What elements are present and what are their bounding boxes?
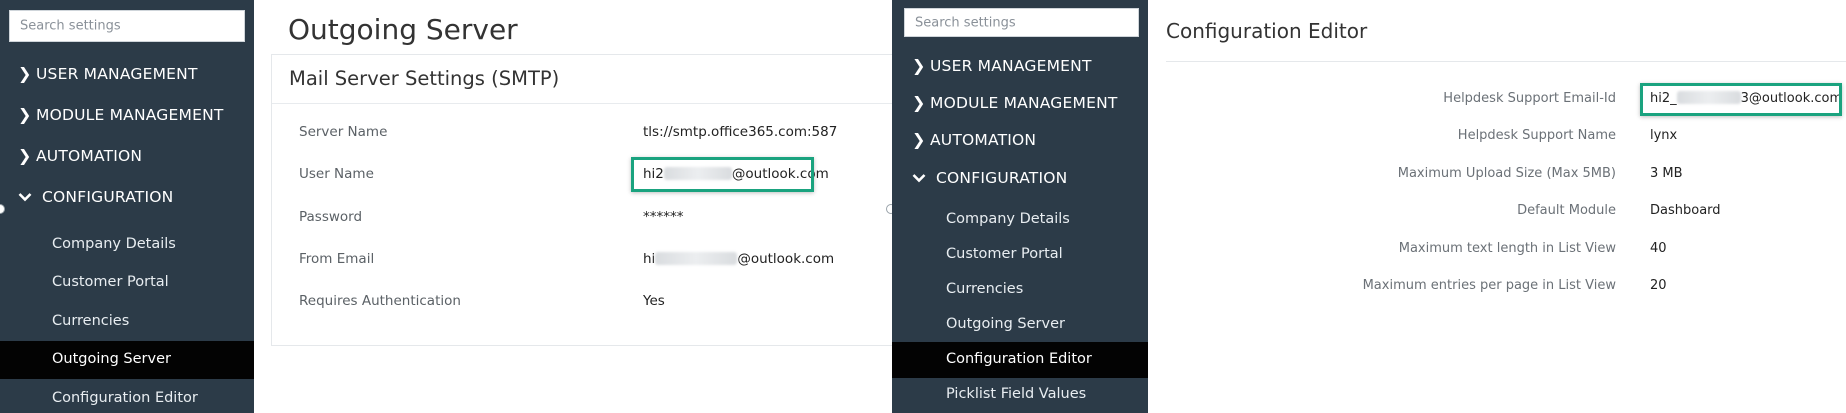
menu-label: MODULE MANAGEMENT xyxy=(930,94,1118,112)
search-placeholder: Search settings xyxy=(915,15,1016,30)
menu-module-management[interactable]: ❯ MODULE MANAGEMENT xyxy=(18,105,224,124)
field-value-max-text-length: 40 xyxy=(1650,241,1667,256)
field-label-password: Password xyxy=(299,209,363,225)
field-value-server-name: tls://smtp.office365.com:587 xyxy=(643,124,838,140)
highlight-box xyxy=(1640,83,1842,116)
field-value-requires-authentication: Yes xyxy=(643,293,665,309)
submenu-currencies[interactable]: Currencies xyxy=(52,313,129,329)
menu-automation[interactable]: ❯ AUTOMATION xyxy=(912,130,1036,149)
chevron-down-icon xyxy=(18,187,42,206)
chevron-right-icon: ❯ xyxy=(18,146,32,165)
page-title: Outgoing Server xyxy=(288,13,518,46)
chevron-right-icon: ❯ xyxy=(18,105,32,124)
field-label-max-upload-size: Maximum Upload Size (Max 5MB) xyxy=(1397,166,1616,181)
field-label-server-name: Server Name xyxy=(299,124,388,140)
menu-label: USER MANAGEMENT xyxy=(36,65,198,83)
right-sidebar: Search settings ❯ USER MANAGEMENT ❯ MODULE… xyxy=(892,0,1148,413)
field-value-password: ****** xyxy=(643,209,684,225)
field-label-max-text-length: Maximum text length in List View xyxy=(1398,241,1616,256)
menu-label: AUTOMATION xyxy=(930,131,1037,149)
field-label-user-name: User Name xyxy=(299,166,374,182)
left-sidebar: Search settings ❯ USER MANAGEMENT ❯ MODULE… xyxy=(0,0,254,413)
submenu-company-details[interactable]: Company Details xyxy=(52,236,176,252)
field-label-requires-authentication: Requires Authentication xyxy=(299,293,461,309)
menu-label: MODULE MANAGEMENT xyxy=(36,106,224,124)
card-divider xyxy=(272,103,896,104)
redacted-blur xyxy=(655,252,738,265)
submenu-currencies[interactable]: Currencies xyxy=(946,281,1023,297)
menu-label: CONFIGURATION xyxy=(936,169,1068,187)
mail-server-card: Mail Server Settings (SMTP) Server Name … xyxy=(271,54,896,346)
value-prefix: hi xyxy=(643,251,656,267)
field-label-from-email: From Email xyxy=(299,251,375,267)
menu-user-management[interactable]: ❯ USER MANAGEMENT xyxy=(18,64,198,83)
submenu-outgoing-server[interactable]: Outgoing Server xyxy=(946,316,1065,332)
chevron-right-icon: ❯ xyxy=(18,64,32,83)
menu-configuration[interactable]: CONFIGURATION xyxy=(18,187,173,206)
search-input[interactable]: Search settings xyxy=(9,10,245,42)
field-value-max-entries: 20 xyxy=(1650,278,1667,293)
title-divider xyxy=(1166,61,1846,62)
value-suffix: @outlook.com xyxy=(737,251,835,267)
submenu-configuration-editor[interactable]: Configuration Editor xyxy=(946,351,1092,367)
card-title: Mail Server Settings (SMTP) xyxy=(289,67,560,90)
field-value-max-upload-size: 3 MB xyxy=(1650,166,1683,181)
chevron-down-icon xyxy=(912,168,936,187)
menu-label: AUTOMATION xyxy=(36,147,143,165)
field-value-default-module: Dashboard xyxy=(1650,203,1721,218)
menu-label: CONFIGURATION xyxy=(42,188,174,206)
menu-automation[interactable]: ❯ AUTOMATION xyxy=(18,146,142,165)
field-value-from-email: hi @outlook.com xyxy=(643,251,834,267)
field-label-default-module: Default Module xyxy=(1517,203,1616,218)
page-title: Configuration Editor xyxy=(1166,19,1368,43)
field-value-helpdesk-name: lynx xyxy=(1650,128,1678,143)
field-label-helpdesk-email: Helpdesk Support Email-Id xyxy=(1443,91,1616,106)
submenu-customer-portal[interactable]: Customer Portal xyxy=(52,274,169,290)
search-placeholder: Search settings xyxy=(20,18,121,34)
submenu-customer-portal[interactable]: Customer Portal xyxy=(946,246,1063,262)
field-label-helpdesk-name: Helpdesk Support Name xyxy=(1457,128,1616,143)
menu-label: USER MANAGEMENT xyxy=(930,57,1092,75)
submenu-configuration-editor[interactable]: Configuration Editor xyxy=(52,390,198,406)
chevron-right-icon: ❯ xyxy=(912,56,926,75)
submenu-company-details[interactable]: Company Details xyxy=(946,211,1070,227)
menu-module-management[interactable]: ❯ MODULE MANAGEMENT xyxy=(912,93,1118,112)
menu-configuration[interactable]: CONFIGURATION xyxy=(912,168,1067,187)
chevron-right-icon: ❯ xyxy=(912,93,926,112)
search-input[interactable]: Search settings xyxy=(904,8,1139,37)
submenu-outgoing-server[interactable]: Outgoing Server xyxy=(52,351,171,367)
submenu-picklist-field-values[interactable]: Picklist Field Values xyxy=(946,386,1086,402)
chevron-right-icon: ❯ xyxy=(912,130,926,149)
field-label-max-entries: Maximum entries per page in List View xyxy=(1362,278,1616,293)
menu-user-management[interactable]: ❯ USER MANAGEMENT xyxy=(912,56,1092,75)
highlight-box xyxy=(631,157,814,192)
